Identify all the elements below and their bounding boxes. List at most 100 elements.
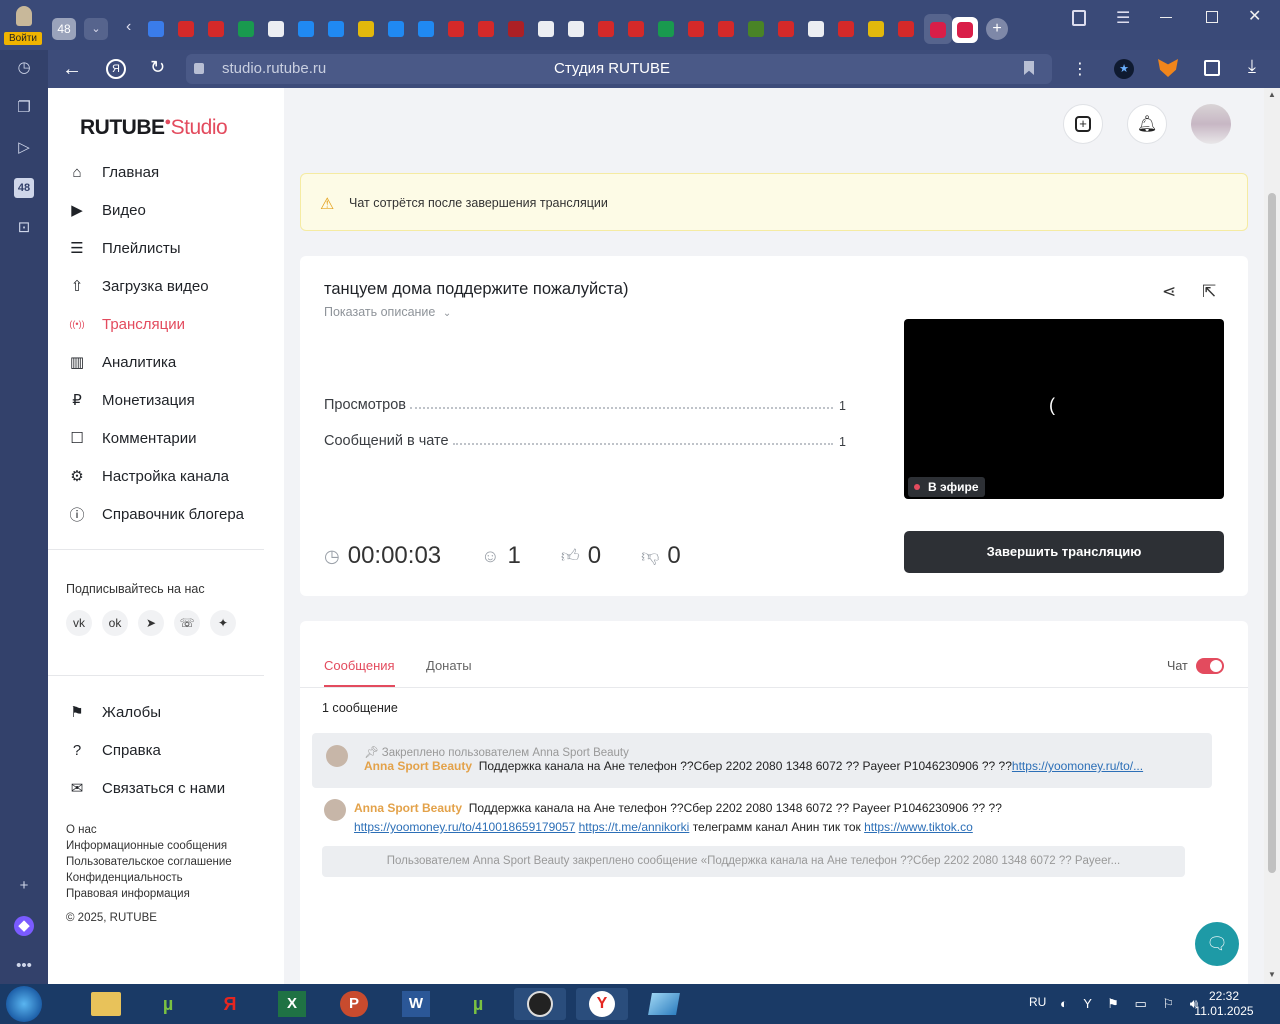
- collections-icon[interactable]: [1072, 10, 1086, 26]
- tab-favicon-icon[interactable]: [868, 21, 884, 37]
- bookmark-icon[interactable]: [1024, 61, 1034, 75]
- footer-link[interactable]: Пользовательское соглашение: [66, 856, 232, 868]
- message-author[interactable]: Anna Sport Beauty: [354, 801, 462, 815]
- tab-favicon-icon[interactable]: [658, 21, 674, 37]
- yandex-browser-app[interactable]: Y: [576, 988, 628, 1020]
- create-button[interactable]: +: [1063, 104, 1103, 144]
- tab-favicon-icon[interactable]: [268, 21, 284, 37]
- tab-favicon-icon[interactable]: [748, 21, 764, 37]
- tabs-rail-icon[interactable]: 48: [14, 178, 34, 198]
- active-tab[interactable]: [924, 14, 952, 44]
- download-icon[interactable]: ⤓: [1248, 56, 1256, 77]
- alice-icon[interactable]: ◆: [14, 916, 34, 936]
- add-rail-icon[interactable]: +: [14, 876, 34, 896]
- video-preview[interactable]: ( В эфире: [904, 319, 1224, 499]
- new-tab-button[interactable]: +: [986, 18, 1008, 40]
- sidebar-item-8[interactable]: ⚙ Настройка канала: [66, 461, 229, 491]
- sidebar-item-9[interactable]: ⓘ Справочник блогера: [66, 499, 244, 529]
- excel-app[interactable]: X: [266, 988, 318, 1020]
- tab-favicon-icon[interactable]: [418, 21, 434, 37]
- sidebar-item-7[interactable]: ☐ Комментарии: [66, 423, 196, 453]
- sidebar-item-4[interactable]: ((•)) Трансляции: [66, 309, 185, 339]
- support-chat-button[interactable]: 🗨︎: [1195, 922, 1239, 966]
- word-app[interactable]: W: [390, 988, 442, 1020]
- tab-favicon-icon[interactable]: [208, 21, 224, 37]
- message-link-1[interactable]: https://yoomoney.ru/to/410018659179057: [354, 820, 575, 834]
- profile-button[interactable]: Войти: [4, 4, 42, 46]
- share-icon[interactable]: ⋖: [1162, 282, 1176, 302]
- url-text[interactable]: studio.rutube.ru: [222, 60, 326, 77]
- tab-favicon-icon[interactable]: [388, 21, 404, 37]
- clock[interactable]: 22:32 11.01.2025: [1184, 989, 1264, 1019]
- open-external-icon[interactable]: ⇱: [1202, 282, 1216, 302]
- viber-icon[interactable]: ☏: [174, 610, 200, 636]
- history-icon[interactable]: ◷: [14, 58, 34, 78]
- footer-link[interactable]: Правовая информация: [66, 888, 190, 900]
- screenshot-rail-icon[interactable]: ⊡: [14, 218, 34, 238]
- more-rail-icon[interactable]: •••: [14, 956, 34, 976]
- yandex-home-icon[interactable]: Я: [106, 59, 126, 79]
- metamask-icon[interactable]: [1158, 59, 1178, 77]
- footer-link[interactable]: Конфиденциальность: [66, 872, 183, 884]
- tab-messages[interactable]: Сообщения: [324, 658, 395, 687]
- language-indicator[interactable]: RU: [1029, 995, 1046, 1009]
- more-icon[interactable]: ✦: [210, 610, 236, 636]
- tab-favicon-icon[interactable]: [718, 21, 734, 37]
- footer-link[interactable]: О нас: [66, 824, 97, 836]
- sidebar-item-3[interactable]: ⇧ Загрузка видео: [66, 271, 209, 301]
- footer-link[interactable]: Информационные сообщения: [66, 840, 227, 852]
- utorrent-app-2[interactable]: µ: [452, 988, 504, 1020]
- tab-favicon-icon[interactable]: [628, 21, 644, 37]
- message-link-3[interactable]: https://www.tiktok.co: [864, 820, 973, 834]
- tab-favicon-icon[interactable]: [598, 21, 614, 37]
- sidebar-bottom-item-2[interactable]: ✉ Связаться с нами: [66, 773, 225, 803]
- tabs-back-icon[interactable]: ‹: [126, 18, 131, 36]
- extensions-icon[interactable]: [1204, 60, 1220, 76]
- utorrent-app[interactable]: µ: [142, 988, 194, 1020]
- tabs-dropdown-icon[interactable]: ⌄: [84, 18, 108, 40]
- notifications-button[interactable]: 🔔︎: [1127, 104, 1167, 144]
- sidebar-item-1[interactable]: ▶ Видео: [66, 195, 146, 225]
- sidebar-item-5[interactable]: ▥ Аналитика: [66, 347, 176, 377]
- tab-counter[interactable]: 48: [52, 18, 76, 40]
- sidebar-item-2[interactable]: ☰ Плейлисты: [66, 233, 180, 263]
- tab-favicon-icon[interactable]: [328, 21, 344, 37]
- chat-toggle[interactable]: [1196, 658, 1224, 674]
- studio-tab[interactable]: [952, 17, 978, 43]
- close-icon[interactable]: ✕: [1248, 6, 1261, 26]
- message-link-2[interactable]: https://t.me/annikorki: [579, 820, 690, 834]
- tab-favicon-icon[interactable]: [238, 21, 254, 37]
- url-field[interactable]: studio.rutube.ru Студия RUTUBE: [186, 54, 1052, 84]
- logo[interactable]: RUTUBE●Studio: [80, 116, 228, 140]
- tab-favicon-icon[interactable]: [538, 21, 554, 37]
- pinned-link[interactable]: https://yoomoney.ru/to/...: [1012, 759, 1143, 773]
- tab-favicon-icon[interactable]: [808, 21, 824, 37]
- sidebar-bottom-item-0[interactable]: ⚑ Жалобы: [66, 697, 161, 727]
- ok-icon[interactable]: ok: [102, 610, 128, 636]
- scroll-down-icon[interactable]: ▼: [1268, 970, 1276, 979]
- pinned-author[interactable]: Anna Sport Beauty: [364, 759, 472, 773]
- tab-favicon-icon[interactable]: [478, 21, 494, 37]
- end-stream-button[interactable]: Завершить трансляцию: [904, 531, 1224, 573]
- sidebar-item-0[interactable]: ⌂ Главная: [66, 157, 159, 187]
- maximize-icon[interactable]: [1206, 11, 1218, 23]
- telegram-icon[interactable]: ➤: [138, 610, 164, 636]
- sidebar-item-6[interactable]: ₽ Монетизация: [66, 385, 194, 415]
- yandex-app[interactable]: Я: [204, 988, 256, 1020]
- avatar[interactable]: [1191, 104, 1231, 144]
- vk-icon[interactable]: vk: [66, 610, 92, 636]
- tab-favicon-icon[interactable]: [358, 21, 374, 37]
- scroll-thumb[interactable]: [1268, 193, 1276, 873]
- tab-favicon-icon[interactable]: [778, 21, 794, 37]
- tab-favicon-icon[interactable]: [298, 21, 314, 37]
- more-vert-icon[interactable]: ⋮: [1072, 59, 1088, 79]
- powerpoint-app[interactable]: P: [328, 988, 380, 1020]
- sidebar-bottom-item-1[interactable]: ? Справка: [66, 735, 161, 765]
- window-app[interactable]: [638, 988, 690, 1020]
- show-description-button[interactable]: Показать описание ⌄: [324, 305, 451, 319]
- collections-rail-icon[interactable]: ❐: [14, 98, 34, 118]
- extension-star-icon[interactable]: ★: [1114, 59, 1134, 79]
- explorer-app[interactable]: [80, 988, 132, 1020]
- reload-icon[interactable]: ↻: [150, 57, 165, 78]
- tab-favicon-icon[interactable]: [148, 21, 164, 37]
